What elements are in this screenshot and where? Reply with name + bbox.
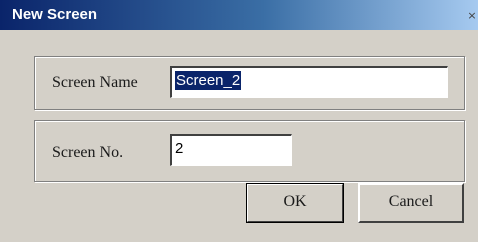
screen-name-label: Screen Name bbox=[52, 74, 138, 91]
screen-name-group: Screen Name Screen_2 bbox=[34, 56, 465, 110]
close-icon[interactable]: × bbox=[466, 8, 478, 24]
dialog-title: New Screen bbox=[12, 6, 98, 23]
screen-no-group: Screen No. 2 bbox=[34, 120, 465, 182]
title-bar[interactable]: New Screen × bbox=[0, 0, 478, 30]
screen-name-input[interactable]: Screen_2 bbox=[170, 66, 448, 98]
screen-no-value: 2 bbox=[175, 140, 184, 157]
ok-button[interactable]: OK bbox=[246, 183, 344, 223]
screen-no-input[interactable]: 2 bbox=[170, 134, 292, 166]
screen-name-value: Screen_2 bbox=[175, 71, 242, 90]
new-screen-dialog: New Screen × Screen Name Screen_2 Screen… bbox=[0, 0, 478, 242]
cancel-button[interactable]: Cancel bbox=[358, 183, 464, 223]
screen-no-label: Screen No. bbox=[52, 144, 124, 161]
